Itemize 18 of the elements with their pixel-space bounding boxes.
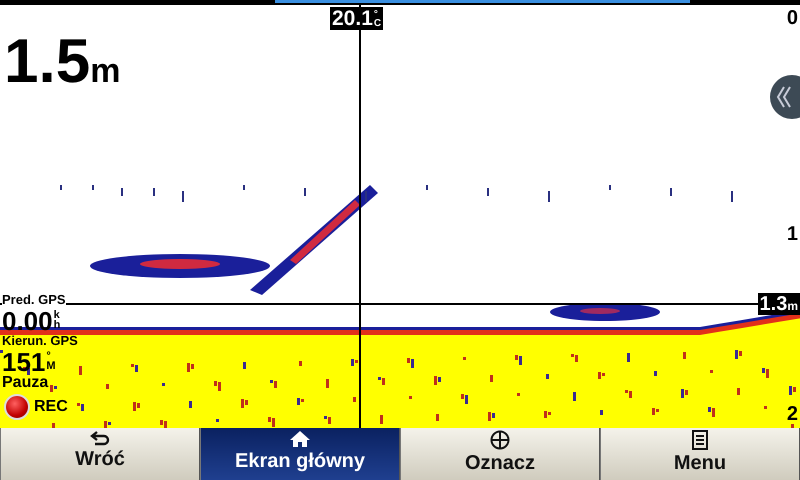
soft-button[interactable]: Menu <box>600 428 800 480</box>
depth-scale-label: 2 <box>786 403 798 426</box>
data-field-label: Pred. GPS <box>2 292 66 307</box>
soft-button[interactable]: Wróć <box>0 428 200 480</box>
record-label: REC <box>34 398 68 416</box>
depth-scale-label: 1 <box>786 223 798 246</box>
depth-reading: 1.5m <box>4 31 120 93</box>
double-chevron-icon <box>776 85 792 109</box>
soft-button[interactable]: Ekran główny <box>200 428 400 480</box>
playback-status: Pauza <box>2 374 48 392</box>
home-icon <box>289 430 311 448</box>
cursor-depth-label: 1.3m <box>758 293 800 315</box>
back-arrow-icon <box>89 430 111 446</box>
depth-scale-label: 0 <box>786 7 798 30</box>
menu-icon <box>691 430 709 450</box>
crosshair-icon <box>489 430 511 450</box>
soft-button[interactable]: Oznacz <box>400 428 600 480</box>
data-field-label: Kierun. GPS <box>2 333 78 348</box>
